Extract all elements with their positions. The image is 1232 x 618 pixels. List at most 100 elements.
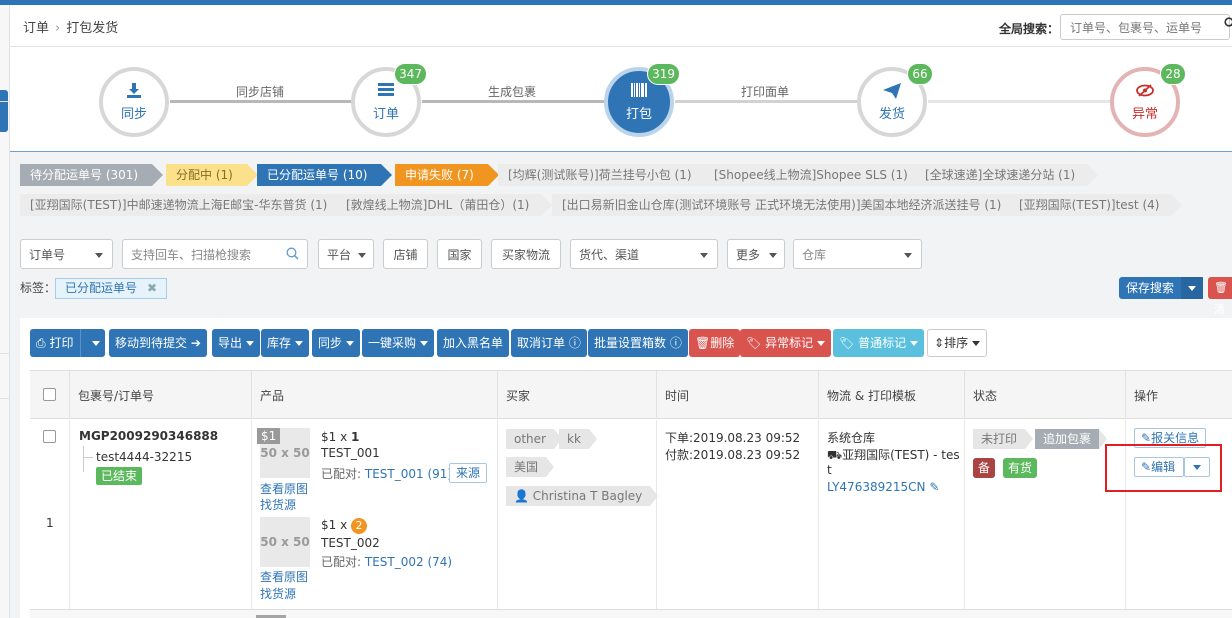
button-label: 普通标记 (858, 336, 907, 350)
breadcrumb-root[interactable]: 订单 (23, 21, 49, 36)
tab-failed[interactable]: 申请失败 (7) (395, 164, 499, 186)
active-tag-chip[interactable]: 已分配运单号 ✖ (55, 278, 168, 299)
qty-prefix: $1 x (321, 518, 351, 532)
tab-carrier[interactable]: [敦煌线上物流]DHL（莆田仓）(1) (336, 194, 553, 216)
button-label: 打印 (49, 336, 74, 350)
carrier-name: ⛟亚翔国际(TEST) - tes (827, 446, 960, 464)
tracking-number[interactable]: LY476389215CN ✎ (827, 480, 939, 494)
close-icon[interactable]: ✖ (147, 281, 157, 295)
search-icon[interactable] (1224, 17, 1232, 33)
logistics-cell: 系统仓库 ⛟亚翔国际(TEST) - tes t LY476389215CN ✎ (819, 420, 965, 610)
tab-assigning[interactable]: 分配中 (1) (166, 164, 258, 186)
download-icon (103, 83, 165, 101)
buyer-logistics-button[interactable]: 买家物流 (491, 239, 561, 269)
edit-icon[interactable]: ✎ (929, 480, 939, 494)
step-count-badge: 28 (1160, 63, 1186, 85)
tab-assigned[interactable]: 已分配运单号 (10) (257, 164, 393, 186)
package-no[interactable]: MGP2009290346888 (79, 429, 218, 443)
tab-carrier[interactable]: [全球速递]全球速递分站 (1) (915, 164, 1099, 186)
sidebar-toggle[interactable] (0, 90, 8, 132)
chevron-down-icon (358, 253, 366, 258)
order-no-select[interactable]: 订单号 (20, 239, 113, 269)
add-package-tag[interactable]: 追加包裹 (1035, 429, 1108, 449)
row-index: 1 (46, 516, 54, 530)
select-value: 订单号 (29, 248, 66, 262)
step-orders[interactable]: 订单 347 (351, 63, 427, 137)
country-button[interactable]: 国家 (437, 239, 482, 269)
stock-button[interactable]: 库存 (261, 329, 310, 357)
trash-icon: 🗑 (695, 336, 711, 350)
step-ship[interactable]: 发货 66 (857, 63, 933, 137)
button-label: 导出 (218, 336, 243, 350)
tab-unassigned[interactable]: 待分配运单号 (301) (20, 164, 164, 186)
chevron-down-icon (420, 341, 429, 346)
order-no[interactable]: test4444-32215 (96, 450, 192, 464)
tab-carrier[interactable]: [Shopee线上物流]Shopee SLS (1) (704, 164, 931, 186)
step-connector (422, 100, 612, 103)
tab-carrier[interactable]: [均辉(测试账号)]荷兰挂号小包 (1) (498, 164, 715, 186)
export-button[interactable]: 导出 (212, 329, 261, 357)
global-search-input[interactable]: 订单号、包裹号、运单号 (1060, 14, 1230, 40)
paired-sku-link[interactable]: TEST_001 (91) (365, 467, 452, 481)
status-badge: 已结束 (96, 467, 143, 485)
step-abnormal[interactable]: 异常 28 (1110, 63, 1186, 137)
view-image-link[interactable]: 查看原图 (260, 568, 308, 585)
one-click-purchase-button[interactable]: 一键采购 (362, 329, 435, 357)
platform-dropdown[interactable]: 平台 (318, 239, 374, 269)
find-source-link[interactable]: 找货源 (260, 585, 296, 602)
sync-button[interactable]: 同步 (312, 329, 361, 357)
product-qty: $1 x 2 (321, 518, 367, 534)
clear-button[interactable]: 🗑 清 (1208, 277, 1232, 316)
chevron-down-icon (295, 341, 304, 346)
find-source-link[interactable]: 找货源 (260, 496, 296, 513)
step-sync[interactable]: 同步 (99, 67, 169, 137)
column-header: 产品 (252, 371, 498, 419)
highlight-box (1105, 444, 1222, 492)
forwarder-select[interactable]: 货代、渠道 (570, 239, 718, 269)
buyer-name[interactable]: 👤 Christina T Bagley (506, 486, 659, 506)
paired-sku-link[interactable]: TEST_002 (74) (365, 555, 452, 569)
button-label: 取消订单 (517, 336, 566, 350)
step-pack[interactable]: 打包 319 (604, 63, 680, 137)
chevron-down-icon (700, 253, 708, 258)
search-input[interactable]: 支持回车、扫描枪搜索 (122, 239, 308, 269)
tab-carrier[interactable]: [亚翔国际(TEST)]test (4) (1009, 194, 1183, 216)
page-header: 订单 › 打包发货 全局搜索： 订单号、包裹号、运单号 (10, 5, 1232, 47)
tab-carrier[interactable]: [亚翔国际(TEST)]中邮速递物流上海E邮宝-华东普货 (1) (20, 194, 351, 216)
blacklist-button[interactable]: 加入黑名单 (437, 329, 510, 357)
chevron-down-icon (972, 341, 981, 346)
warehouse-select[interactable]: 仓库 (793, 239, 922, 269)
search-icon[interactable] (286, 247, 299, 263)
source-button[interactable]: 来源 (449, 463, 488, 483)
product-thumbnail[interactable]: 50 x 50 (260, 517, 310, 567)
step-count-badge: 66 (907, 63, 933, 85)
divider (0, 101, 10, 102)
step-count-badge: 319 (647, 63, 680, 85)
shop-button[interactable]: 店铺 (383, 239, 428, 269)
more-dropdown[interactable]: 更多 (727, 239, 785, 269)
sort-dropdown[interactable]: ⇕排序 (927, 329, 988, 357)
step-label: 异常 (1131, 107, 1158, 122)
select-all-checkbox[interactable] (43, 388, 56, 401)
move-to-pending-button[interactable]: 移动到待提交 ➔ (109, 329, 207, 357)
note-badge[interactable]: 备 (973, 458, 996, 478)
chevron-down-icon (817, 341, 826, 346)
header-select-all (30, 371, 70, 419)
abnormal-mark-button[interactable]: 🏷 异常标记 (740, 329, 832, 357)
dropdown-label: 平台 (327, 248, 352, 262)
workflow-stepper: 同步店铺 生成包裹 打印面单 同步 订单 347 打包 319 发货 66 异常… (10, 47, 1232, 152)
step-label: 发货 (878, 107, 905, 122)
column-header: 物流 & 打印模板 (819, 371, 965, 419)
view-image-link[interactable]: 查看原图 (260, 480, 308, 497)
cancel-order-button[interactable]: 取消订单 ⓘ (511, 329, 587, 357)
normal-mark-button[interactable]: 🏷 普通标记 (833, 329, 924, 357)
delete-button[interactable]: 🗑删除 (689, 329, 741, 357)
carrier-text: 亚翔国际(TEST) - tes (842, 448, 960, 462)
paired-label: 已配对: (321, 467, 365, 481)
bulk-box-button[interactable]: 批量设置箱数 ⓘ (588, 329, 688, 357)
print-button[interactable]: ⎙ 打印 (30, 329, 105, 357)
tracking-link[interactable]: LY476389215CN (827, 480, 926, 494)
row-checkbox[interactable] (43, 430, 56, 443)
save-search-dropdown[interactable] (1181, 277, 1203, 299)
tab-carrier[interactable]: [出口易新旧金山仓库(测试环境账号 正式环境无法使用)]美国本地经济派送挂号 (… (552, 194, 1025, 216)
